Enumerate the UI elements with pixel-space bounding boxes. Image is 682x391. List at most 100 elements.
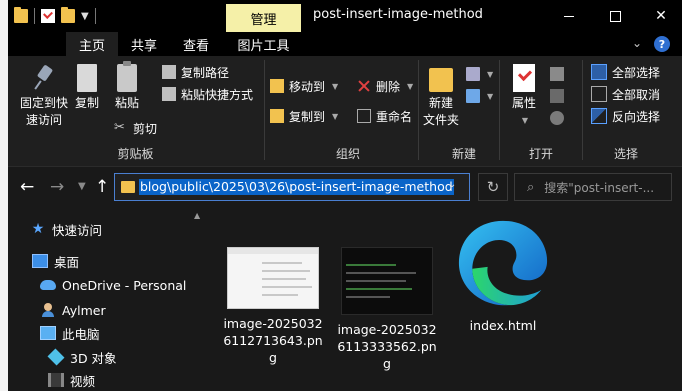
- pin-to-quick-access-button[interactable]: 固定到快 速访问: [14, 64, 74, 129]
- nav-item-quick-access[interactable]: ★ 快速访问: [30, 217, 102, 241]
- collapse-ribbon-chevron-icon[interactable]: ⌄: [632, 36, 642, 50]
- thumbnail-line: [262, 294, 298, 296]
- navigation-bar: ← → ▼ ↑ blog\public\2025\03\26\post-inse…: [8, 167, 682, 207]
- open-icon: [550, 67, 564, 81]
- nav-item-label: 桌面: [54, 254, 80, 270]
- nav-item-label: 此电脑: [62, 326, 100, 342]
- nav-pane-scrollbar[interactable]: ▲: [192, 207, 204, 391]
- image-thumbnail: [227, 247, 319, 309]
- delete-button[interactable]: 删除 ▼: [357, 76, 413, 96]
- nav-item-desktop[interactable]: 桌面: [32, 249, 79, 273]
- history-icon: [550, 111, 564, 125]
- tab-home[interactable]: 主页: [66, 32, 118, 56]
- file-list: image-2025032 6112713643.pn g image-2025…: [204, 207, 682, 391]
- nav-item-this-pc[interactable]: 此电脑: [40, 321, 100, 345]
- copy-to-button[interactable]: 复制到 ▼: [270, 106, 338, 126]
- close-button[interactable]: ✕: [638, 0, 682, 32]
- copy-icon: [77, 64, 97, 92]
- invert-selection-button[interactable]: 反向选择: [591, 106, 660, 126]
- nav-item-user[interactable]: Aylmer: [40, 298, 106, 322]
- new-item-button[interactable]: ▼: [466, 64, 493, 84]
- dropdown-arrow-icon: ▼: [521, 116, 529, 125]
- address-history-chevron-icon[interactable]: ⌄: [448, 179, 456, 190]
- open-group-label: 打开: [528, 147, 553, 161]
- dropdown-arrow-icon: ▼: [487, 91, 494, 101]
- nav-item-videos[interactable]: 视频: [48, 368, 95, 391]
- copy-to-label: 复制到: [289, 109, 326, 124]
- nav-item-label: 3D 对象: [70, 350, 117, 366]
- thumbnail-line: [346, 288, 412, 290]
- move-to-icon: [270, 79, 284, 93]
- dropdown-arrow-icon: ▼: [487, 69, 494, 79]
- new-item-icon: [466, 67, 480, 81]
- tab-share[interactable]: 共享: [118, 32, 170, 56]
- copy-button[interactable]: 复制: [72, 64, 102, 112]
- new-folder-icon: [429, 68, 453, 92]
- minimize-button[interactable]: [546, 0, 592, 32]
- move-to-button[interactable]: 移动到 ▼: [270, 76, 338, 96]
- copy-to-icon: [270, 109, 284, 123]
- folder-icon[interactable]: [14, 7, 28, 23]
- file-item[interactable]: image-2025032 6112713643.pn g: [218, 247, 328, 366]
- nav-item-onedrive[interactable]: OneDrive - Personal: [40, 273, 186, 297]
- qat-dropdown-icon[interactable]: ▼: [81, 11, 89, 22]
- delete-label: 删除: [376, 79, 401, 94]
- tab-manage[interactable]: 管理: [226, 4, 301, 32]
- address-bar[interactable]: blog\public\2025\03\26\post-insert-image…: [114, 173, 470, 201]
- nav-item-3d-objects[interactable]: 3D 对象: [47, 345, 117, 369]
- file-item[interactable]: image-2025032 6113333562.pn g: [332, 247, 442, 372]
- open-button[interactable]: [550, 64, 564, 84]
- search-placeholder: 搜索"post-insert-...: [544, 180, 655, 195]
- properties-icon: [513, 64, 535, 92]
- image-thumbnail: [341, 247, 433, 315]
- properties-icon[interactable]: [41, 9, 55, 23]
- maximize-button[interactable]: [592, 0, 638, 32]
- navigation-pane: ★ 快速访问 桌面 OneDrive - Personal Aylmer 此电脑…: [8, 207, 192, 391]
- address-path[interactable]: blog\public\2025\03\26\post-insert-image…: [139, 179, 454, 195]
- dropdown-arrow-icon: ▼: [407, 81, 414, 91]
- background-window-edge: [0, 0, 8, 391]
- file-item[interactable]: index.html: [448, 220, 558, 334]
- pin-label-line1: 固定到快: [19, 96, 68, 110]
- group-divider: [499, 60, 500, 160]
- paste-button[interactable]: 粘贴: [112, 61, 142, 112]
- paste-shortcut-button[interactable]: 粘贴快捷方式: [162, 84, 253, 104]
- forward-arrow-icon[interactable]: →: [50, 177, 64, 197]
- edge-browser-icon: [458, 220, 548, 306]
- rename-button[interactable]: 重命名: [357, 106, 412, 126]
- thumbnail-line: [346, 272, 416, 274]
- file-name-line: image-2025032: [337, 322, 437, 337]
- thumbnail-line: [262, 262, 302, 264]
- scroll-up-icon[interactable]: ▲: [194, 211, 200, 220]
- recent-locations-chevron-icon[interactable]: ▼: [78, 181, 86, 192]
- up-arrow-icon[interactable]: ↑: [95, 177, 109, 197]
- nav-item-label: 视频: [70, 373, 96, 389]
- easy-access-button[interactable]: ▼: [466, 86, 493, 106]
- new-folder-button[interactable]: 新建 文件夹: [420, 64, 462, 129]
- invert-selection-icon: [591, 108, 607, 124]
- thumbnail-line: [262, 270, 310, 272]
- group-divider: [418, 60, 419, 160]
- edit-button[interactable]: [550, 86, 564, 106]
- title-bar: ▼ 管理 post-insert-image-method ✕: [8, 0, 682, 32]
- search-box[interactable]: ⌕ 搜索"post-insert-...: [514, 173, 672, 201]
- select-none-button[interactable]: 全部取消: [591, 84, 660, 104]
- qat-divider: [34, 8, 35, 24]
- properties-button[interactable]: 属性 ▼: [504, 64, 544, 129]
- new-group-label: 新建: [451, 147, 476, 161]
- refresh-button[interactable]: ↻: [478, 173, 508, 201]
- back-arrow-icon[interactable]: ←: [20, 177, 34, 197]
- cut-button[interactable]: ✂ 剪切: [114, 118, 157, 138]
- copy-path-button[interactable]: 复制路径: [162, 62, 229, 82]
- tab-view[interactable]: 查看: [170, 32, 222, 56]
- move-to-label: 移动到: [289, 79, 326, 94]
- new-folder-icon[interactable]: [61, 7, 75, 23]
- dropdown-arrow-icon: ▼: [332, 81, 339, 91]
- history-button[interactable]: [550, 108, 564, 128]
- select-all-button[interactable]: 全部选择: [591, 62, 660, 82]
- edit-icon: [550, 89, 564, 103]
- help-icon[interactable]: ?: [654, 36, 670, 52]
- properties-label: 属性: [511, 96, 536, 110]
- organize-group-label: 组织: [335, 147, 360, 161]
- tab-picture-tools[interactable]: 图片工具: [226, 32, 301, 56]
